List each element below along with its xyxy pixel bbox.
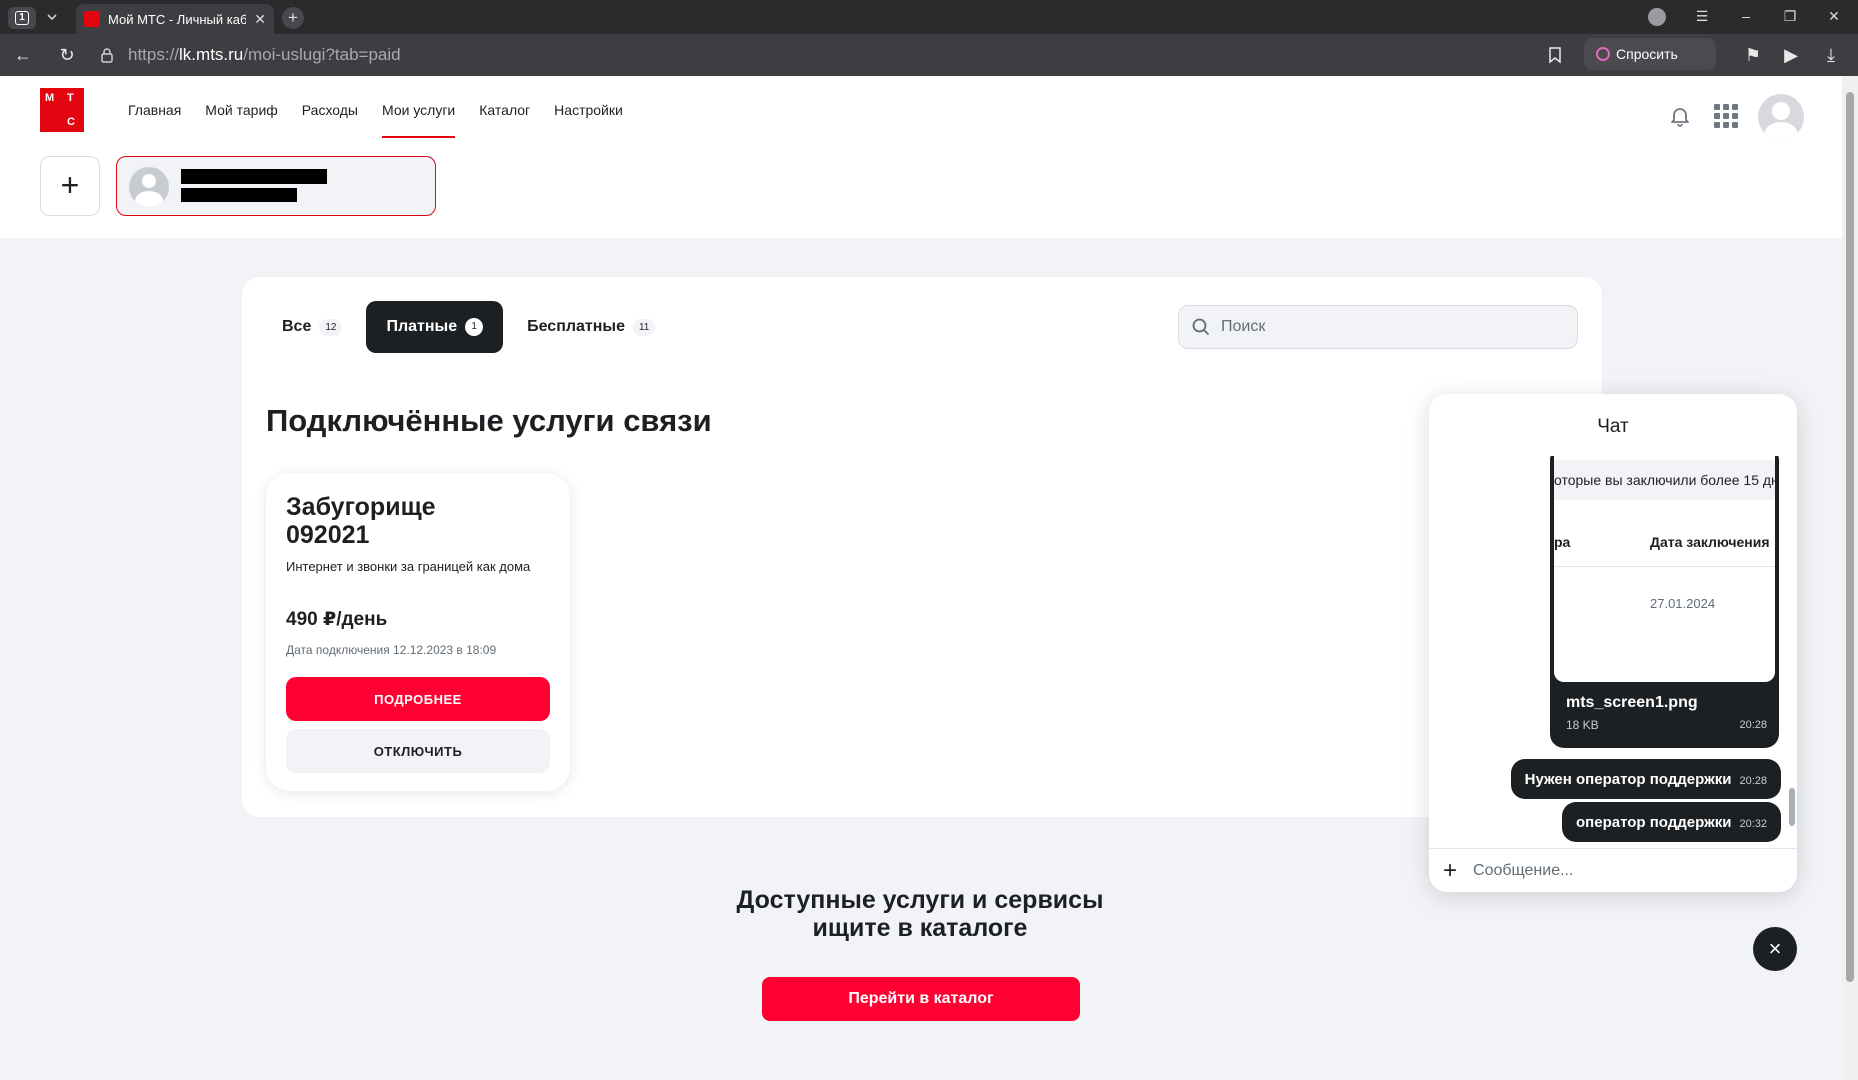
ask-icon [1596,47,1610,61]
attach-plus-icon[interactable]: + [1443,858,1457,883]
browser-tab-bar: 1 Мой МТС - Личный кабинет ✕ + ☰ – ❐ ✕ [0,0,1858,34]
go-to-catalog-button[interactable]: Перейти в каталог [762,977,1080,1021]
tab-title: Мой МТС - Личный кабинет [108,11,247,27]
lock-icon [98,46,116,64]
media-icon[interactable]: ▶ [1780,44,1802,66]
mts-favicon-icon [84,11,100,27]
page-scrollbar[interactable] [1842,76,1858,1080]
browser-tab[interactable]: Мой МТС - Личный кабинет ✕ [76,4,274,34]
tab-count: 12 [319,318,343,336]
tab-counter: 1 [15,11,29,25]
user-avatar[interactable] [1758,94,1804,140]
redacted-name [181,169,327,184]
chat-title: Чат [1597,416,1629,437]
chat-message: оператор поддержки 20:32 [1562,802,1781,842]
ask-button[interactable]: Спросить [1584,38,1716,70]
reload-icon[interactable]: ↻ [56,44,78,66]
close-window-icon[interactable]: ✕ [1824,8,1844,25]
tab-paid[interactable]: Платные 1 [366,301,504,353]
nav-item-expenses[interactable]: Расходы [302,102,358,138]
url-field[interactable]: https://lk.mts.ru/moi-uslugi?tab=paid [90,38,1578,72]
restore-icon[interactable]: ❐ [1780,8,1800,25]
service-tabs: Все 12 Платные 1 Бесплатные 11 [262,301,675,353]
details-button[interactable]: подробнее [286,677,550,721]
bookmark-icon[interactable] [1544,44,1566,66]
chat-scrollbar[interactable] [1789,788,1795,826]
close-tab-icon[interactable]: ✕ [254,11,266,28]
message-time: 20:32 [1739,818,1767,830]
minimize-icon[interactable]: – [1736,8,1756,24]
url-text: https://lk.mts.ru/moi-uslugi?tab=paid [128,45,401,64]
tab-count: 1 [465,318,484,336]
chat-messages[interactable]: оторые вы заключили более 15 дн ра Дата … [1429,456,1797,842]
service-name: Забугорище 092021 [286,493,436,549]
service-card: Забугорище 092021 Интернет и звонки за г… [266,473,570,791]
account-card[interactable] [116,156,436,216]
tab-counter-button[interactable]: 1 [8,7,36,29]
redacted-number [181,188,297,202]
bell-icon[interactable] [1668,104,1692,128]
mts-logo[interactable]: М Т С [40,88,84,132]
nav-item-catalog[interactable]: Каталог [479,102,530,138]
download-icon[interactable]: ⤓ [1820,44,1842,66]
service-price: 490 ₽/день [286,609,388,630]
chat-message: Нужен оператор поддержки 20:28 [1510,759,1781,799]
search-box[interactable] [1178,305,1578,349]
file-name: mts_screen1.png [1566,694,1698,711]
attachment-preview[interactable]: оторые вы заключили более 15 дн ра Дата … [1554,456,1775,682]
new-tab-button[interactable]: + [282,7,304,29]
site-header: М Т С Главная Мой тариф Расходы Мои услу… [0,76,1842,238]
nav-item-settings[interactable]: Настройки [554,102,623,138]
tab-free[interactable]: Бесплатные 11 [507,301,675,353]
profile-icon[interactable] [1648,8,1666,26]
chat-input-bar: + [1429,848,1797,892]
message-time: 20:28 [1739,719,1767,731]
catalog-hint: Доступные услуги и сервисы ищите в катал… [736,886,1104,942]
add-account-button[interactable]: + [40,156,100,216]
section-title: Подключённые услуги связи [266,403,712,438]
search-input[interactable] [1221,318,1561,336]
extension-icon[interactable]: ⚑ [1742,44,1764,66]
nav-item-my-services[interactable]: Мои услуги [382,102,456,138]
services-panel: Все12 Платные1 Бесплатные11 Подключённые… [242,277,1602,817]
apps-grid-icon[interactable] [1714,104,1738,128]
account-avatar [129,167,169,207]
tab-all[interactable]: Все 12 [262,301,362,353]
back-icon[interactable]: ← [12,44,34,66]
nav-item-home[interactable]: Главная [128,102,181,138]
chat-widget: Чат оторые вы заключили более 15 дн ра Д… [1429,394,1797,892]
service-connected-date: Дата подключения 12.12.2023 в 18:09 [286,643,497,657]
menu-icon[interactable]: ☰ [1692,8,1712,25]
attachment-message[interactable]: оторые вы заключили более 15 дн ра Дата … [1550,456,1779,748]
message-input[interactable] [1473,861,1764,880]
service-description: Интернет и звонки за границей как дома [286,559,531,574]
message-time: 20:28 [1739,775,1767,787]
chat-close-button[interactable]: × [1753,927,1797,971]
address-bar: ← ↻ https://lk.mts.ru/moi-uslugi?tab=pai… [0,34,1858,76]
main-nav: Главная Мой тариф Расходы Мои услуги Кат… [128,102,623,138]
nav-item-tariff[interactable]: Мой тариф [205,102,277,138]
search-icon [1191,317,1211,337]
file-size: 18 KB [1566,718,1599,732]
tab-count: 11 [632,318,656,336]
disable-button[interactable]: отключить [286,729,550,773]
chevron-down-icon[interactable] [44,9,60,25]
